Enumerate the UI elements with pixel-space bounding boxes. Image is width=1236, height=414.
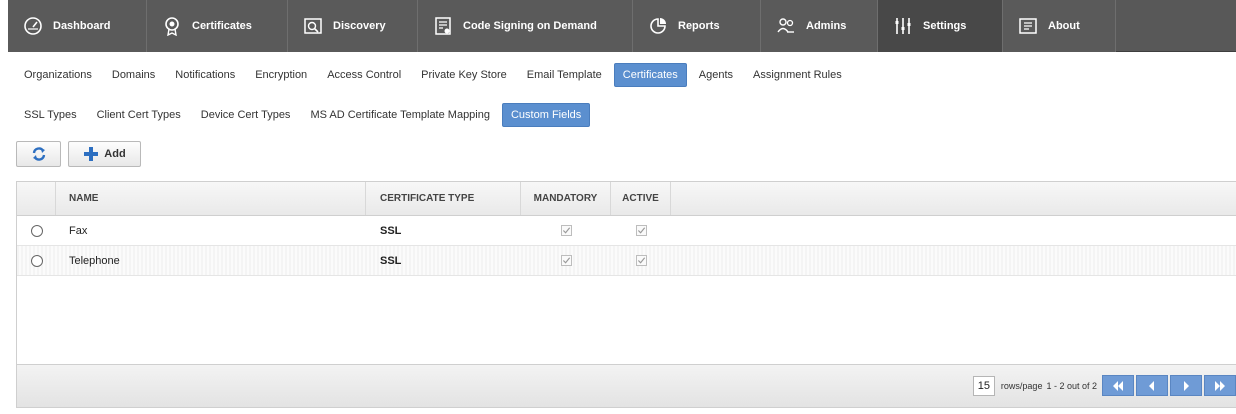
tab-certificates[interactable]: Certificates xyxy=(613,63,687,87)
pager: 15 rows/page 1 - 2 out of 2 xyxy=(972,375,1236,396)
cell-mandatory xyxy=(521,216,611,245)
refresh-button[interactable] xyxy=(16,141,61,167)
table-row[interactable]: Fax SSL xyxy=(17,216,1236,246)
certificate-tabs: SSL Types Client Cert Types Device Cert … xyxy=(16,102,594,128)
discovery-icon xyxy=(302,15,324,37)
gauge-icon xyxy=(22,15,44,37)
custom-fields-grid: NAME CERTIFICATE TYPE MANDATORY ACTIVE F… xyxy=(16,181,1236,408)
grid-footer: 15 rows/page 1 - 2 out of 2 xyxy=(17,364,1236,407)
table-row[interactable]: Telephone SSL xyxy=(17,246,1236,276)
settings-icon xyxy=(892,15,914,37)
rows-per-page-label: rows/page xyxy=(1000,380,1043,391)
about-icon xyxy=(1017,15,1039,37)
nav-label: Settings xyxy=(923,20,967,32)
previous-page-button[interactable] xyxy=(1136,375,1168,396)
tab-assignment-rules[interactable]: Assignment Rules xyxy=(745,64,850,86)
tab-ssl-types[interactable]: SSL Types xyxy=(16,104,85,126)
settings-tabs: Organizations Domains Notifications Encr… xyxy=(16,62,854,88)
plus-icon xyxy=(83,146,104,162)
reports-icon xyxy=(647,15,669,37)
tab-client-cert-types[interactable]: Client Cert Types xyxy=(89,104,189,126)
nav-label: Certificates xyxy=(192,20,252,32)
cell-name: Fax xyxy=(69,224,88,237)
active-checkbox xyxy=(635,225,647,236)
nav-label: Discovery xyxy=(333,20,386,32)
tab-access-control[interactable]: Access Control xyxy=(319,64,409,86)
nav-code-signing[interactable]: Code Signing on Demand xyxy=(418,0,633,52)
tab-organizations[interactable]: Organizations xyxy=(16,64,100,86)
tab-agents[interactable]: Agents xyxy=(691,64,741,86)
active-checkbox xyxy=(635,255,647,266)
tab-device-cert-types[interactable]: Device Cert Types xyxy=(193,104,299,126)
column-active[interactable]: ACTIVE xyxy=(611,182,671,215)
tab-domains[interactable]: Domains xyxy=(104,64,163,86)
column-certificate-type[interactable]: CERTIFICATE TYPE xyxy=(366,182,521,215)
double-chevron-left-icon xyxy=(1112,380,1124,391)
cell-certificate-type: SSL xyxy=(380,254,402,267)
grid-header: NAME CERTIFICATE TYPE MANDATORY ACTIVE xyxy=(17,182,1236,216)
cell-certificate-type: SSL xyxy=(380,224,402,237)
rows-per-page-input[interactable]: 15 xyxy=(972,375,995,396)
next-page-button[interactable] xyxy=(1170,375,1202,396)
tab-ms-ad-template-mapping[interactable]: MS AD Certificate Template Mapping xyxy=(302,104,498,126)
nav-about[interactable]: About xyxy=(1003,0,1116,52)
top-navigation: Dashboard Certificates Discovery Code Si… xyxy=(8,0,1236,52)
tab-private-key-store[interactable]: Private Key Store xyxy=(413,64,515,86)
nav-dashboard[interactable]: Dashboard xyxy=(8,0,147,52)
tab-custom-fields[interactable]: Custom Fields xyxy=(501,103,591,127)
row-radio[interactable] xyxy=(30,224,43,237)
nav-label: Admins xyxy=(806,20,847,32)
last-page-button[interactable] xyxy=(1204,375,1236,396)
nav-label: Code Signing on Demand xyxy=(463,20,597,32)
nav-reports[interactable]: Reports xyxy=(633,0,761,52)
refresh-icon xyxy=(31,146,47,162)
cell-mandatory xyxy=(521,246,611,275)
nav-label: Reports xyxy=(678,20,720,32)
cell-name: Telephone xyxy=(69,254,120,267)
tab-encryption[interactable]: Encryption xyxy=(247,64,315,86)
add-button[interactable]: Add xyxy=(68,141,141,167)
admins-icon xyxy=(775,15,797,37)
nav-discovery[interactable]: Discovery xyxy=(288,0,418,52)
first-page-button[interactable] xyxy=(1102,375,1134,396)
column-name[interactable]: NAME xyxy=(56,182,366,215)
code-signing-icon xyxy=(432,15,454,37)
row-radio[interactable] xyxy=(30,254,43,267)
chevron-left-icon xyxy=(1146,380,1158,391)
tab-notifications[interactable]: Notifications xyxy=(167,64,243,86)
certificate-icon xyxy=(161,15,183,37)
mandatory-checkbox xyxy=(560,255,572,266)
chevron-right-icon xyxy=(1180,380,1192,391)
nav-admins[interactable]: Admins xyxy=(761,0,878,52)
nav-settings[interactable]: Settings xyxy=(878,0,1003,52)
nav-label: Dashboard xyxy=(53,20,111,32)
cell-active xyxy=(611,246,671,275)
toolbar: Add xyxy=(16,141,141,167)
nav-certificates[interactable]: Certificates xyxy=(147,0,288,52)
tab-email-template[interactable]: Email Template xyxy=(519,64,610,86)
add-label: Add xyxy=(104,148,126,160)
nav-label: About xyxy=(1048,20,1080,32)
mandatory-checkbox xyxy=(560,225,572,236)
column-mandatory[interactable]: MANDATORY xyxy=(521,182,611,215)
double-chevron-right-icon xyxy=(1214,380,1226,391)
page-range: 1 - 2 out of 2 xyxy=(1046,380,1097,391)
row-select xyxy=(17,246,56,275)
cell-active xyxy=(611,216,671,245)
row-select xyxy=(17,216,56,245)
header-select xyxy=(17,182,56,215)
